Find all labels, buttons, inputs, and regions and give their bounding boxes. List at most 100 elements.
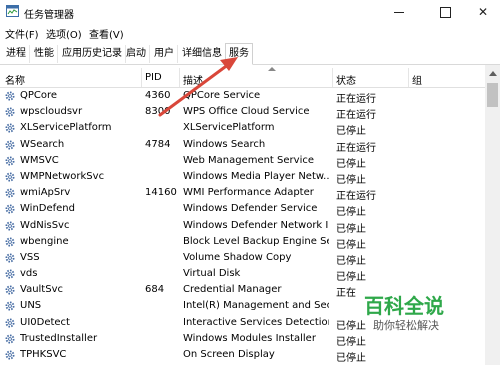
- service-gear-icon: [5, 156, 15, 166]
- column-divider[interactable]: [141, 68, 142, 87]
- service-description: QPCore Service: [183, 90, 261, 101]
- menu-options[interactable]: 选项(O): [46, 26, 82, 41]
- service-description: WPS Office Cloud Service: [183, 106, 310, 118]
- service-row[interactable]: XLServicePlatform XLServicePlatform 已停止: [0, 120, 484, 138]
- column-divider[interactable]: [179, 68, 180, 87]
- service-gear-icon: [5, 140, 15, 150]
- service-description: XLServicePlatform: [183, 122, 275, 134]
- column-divider[interactable]: [332, 68, 333, 87]
- window-title: 任务管理器: [24, 10, 74, 21]
- service-gear-icon: [5, 318, 15, 328]
- service-row[interactable]: wpscloudsvr 8300 WPS Office Cloud Service 正…: [0, 104, 484, 122]
- menu-view[interactable]: 查看(V): [89, 26, 124, 41]
- service-description: Windows Modules Installer: [183, 332, 316, 344]
- service-name: QPCore: [20, 90, 58, 101]
- service-row[interactable]: vds Virtual Disk 已停止: [0, 266, 484, 284]
- column-header-group[interactable]: 组: [412, 72, 422, 87]
- service-name: WSearch: [20, 138, 65, 150]
- column-header-status[interactable]: 状态: [336, 72, 356, 87]
- watermark-title: 百科全说: [364, 294, 444, 318]
- tab-services[interactable]: 服务: [225, 43, 253, 65]
- service-pid: 684: [145, 284, 165, 296]
- service-name: VSS: [20, 251, 40, 263]
- close-button[interactable]: ✕: [466, 0, 500, 24]
- tab-bar: 进程 性能 应用历史记录 启动 用户 详细信息 服务: [0, 42, 500, 65]
- service-gear-icon: [5, 204, 15, 214]
- service-pid: 8300: [145, 106, 171, 118]
- service-name: TrustedInstaller: [20, 332, 98, 344]
- tab-users[interactable]: 用户: [151, 45, 178, 63]
- service-row[interactable]: TPHKSVC On Screen Display 已停止: [0, 347, 484, 364]
- service-status: 已停止: [336, 353, 366, 364]
- service-description: Block Level Backup Engine Se...: [183, 235, 329, 247]
- service-row[interactable]: WSearch 4784 Windows Search 正在运行: [0, 137, 484, 154]
- service-row[interactable]: WinDefend Windows Defender Service 已停止: [0, 201, 484, 219]
- service-status: 正在运行: [336, 142, 376, 154]
- service-description: Volume Shadow Copy: [183, 251, 292, 263]
- service-name: wmiApSrv: [20, 187, 71, 199]
- service-row[interactable]: QPCore 4360 QPCore Service 正在运行: [0, 88, 484, 105]
- service-name: WdNisSvc: [20, 219, 70, 231]
- service-description: WMI Performance Adapter: [183, 187, 314, 199]
- service-name: vds: [20, 268, 38, 280]
- service-row[interactable]: WMSVC Web Management Service 已停止: [0, 153, 484, 170]
- sort-arrow-icon: [268, 67, 276, 71]
- tab-performance[interactable]: 性能: [31, 45, 58, 63]
- service-status: 正在运行: [336, 110, 376, 122]
- service-name: VaultSvc: [20, 284, 63, 296]
- tab-startup[interactable]: 启动: [123, 45, 150, 63]
- service-gear-icon: [5, 253, 15, 263]
- service-row[interactable]: wmiApSrv 14160 WMI Performance Adapter 正在运行: [0, 185, 484, 203]
- scroll-thumb[interactable]: [487, 83, 498, 107]
- title-bar: 任务管理器 ✕: [0, 0, 500, 24]
- service-status: 已停止: [336, 126, 366, 138]
- service-gear-icon: [5, 334, 15, 344]
- service-description: On Screen Display: [183, 349, 275, 360]
- service-description: Virtual Disk: [183, 268, 241, 280]
- service-name: wpscloudsvr: [20, 106, 83, 118]
- service-status: 已停止: [336, 207, 366, 219]
- column-header-name[interactable]: 名称: [5, 72, 25, 87]
- service-gear-icon: [5, 221, 15, 230]
- service-gear-icon: [5, 301, 15, 311]
- column-divider[interactable]: [408, 68, 409, 87]
- tab-details[interactable]: 详细信息: [179, 45, 226, 63]
- service-gear-icon: [5, 350, 15, 360]
- service-name: XLServicePlatform: [20, 122, 112, 134]
- service-name: UNS: [20, 300, 42, 312]
- scroll-up-arrow-icon[interactable]: [489, 71, 497, 76]
- service-description: Web Management Service: [183, 154, 314, 166]
- service-gear-icon: [5, 107, 15, 117]
- minimize-button[interactable]: [382, 0, 416, 24]
- service-description: Credential Manager: [183, 284, 282, 296]
- service-status: 正在运行: [336, 94, 376, 105]
- service-status: 已停止: [336, 272, 366, 284]
- task-manager-app-icon: [6, 5, 19, 17]
- service-status: 已停止: [336, 223, 366, 235]
- service-status: 正在运行: [336, 191, 376, 203]
- tab-app-history[interactable]: 应用历史记录: [59, 45, 126, 63]
- watermark-subtitle: 助你轻松解决: [373, 319, 439, 332]
- service-gear-icon: [5, 285, 15, 295]
- service-gear-icon: [5, 91, 15, 101]
- service-gear-icon: [5, 123, 15, 133]
- service-description: Windows Defender Service: [183, 203, 318, 215]
- column-header-pid[interactable]: PID: [145, 72, 162, 83]
- service-row[interactable]: WMPNetworkSvc Windows Media Player Netw..…: [0, 169, 484, 186]
- tab-processes[interactable]: 进程: [3, 45, 30, 63]
- vertical-scrollbar[interactable]: [485, 65, 500, 365]
- service-row[interactable]: VSS Volume Shadow Copy 已停止: [0, 250, 484, 267]
- service-pid: 4784: [145, 138, 171, 150]
- column-header-description[interactable]: 描述: [183, 72, 203, 87]
- service-row[interactable]: WdNisSvc Windows Defender Network I... 已停止: [0, 218, 484, 235]
- service-description: Interactive Services Detection: [183, 316, 329, 328]
- service-name: wbengine: [20, 235, 69, 247]
- service-name: WinDefend: [20, 203, 75, 215]
- service-gear-icon: [5, 188, 15, 198]
- service-gear-icon: [5, 172, 15, 182]
- service-row[interactable]: wbengine Block Level Backup Engine Se... 已…: [0, 234, 484, 251]
- maximize-button[interactable]: [428, 0, 462, 24]
- menu-bar: 文件(F) 选项(O) 查看(V): [0, 24, 500, 42]
- service-name: WMSVC: [20, 154, 59, 166]
- menu-file[interactable]: 文件(F): [5, 26, 39, 41]
